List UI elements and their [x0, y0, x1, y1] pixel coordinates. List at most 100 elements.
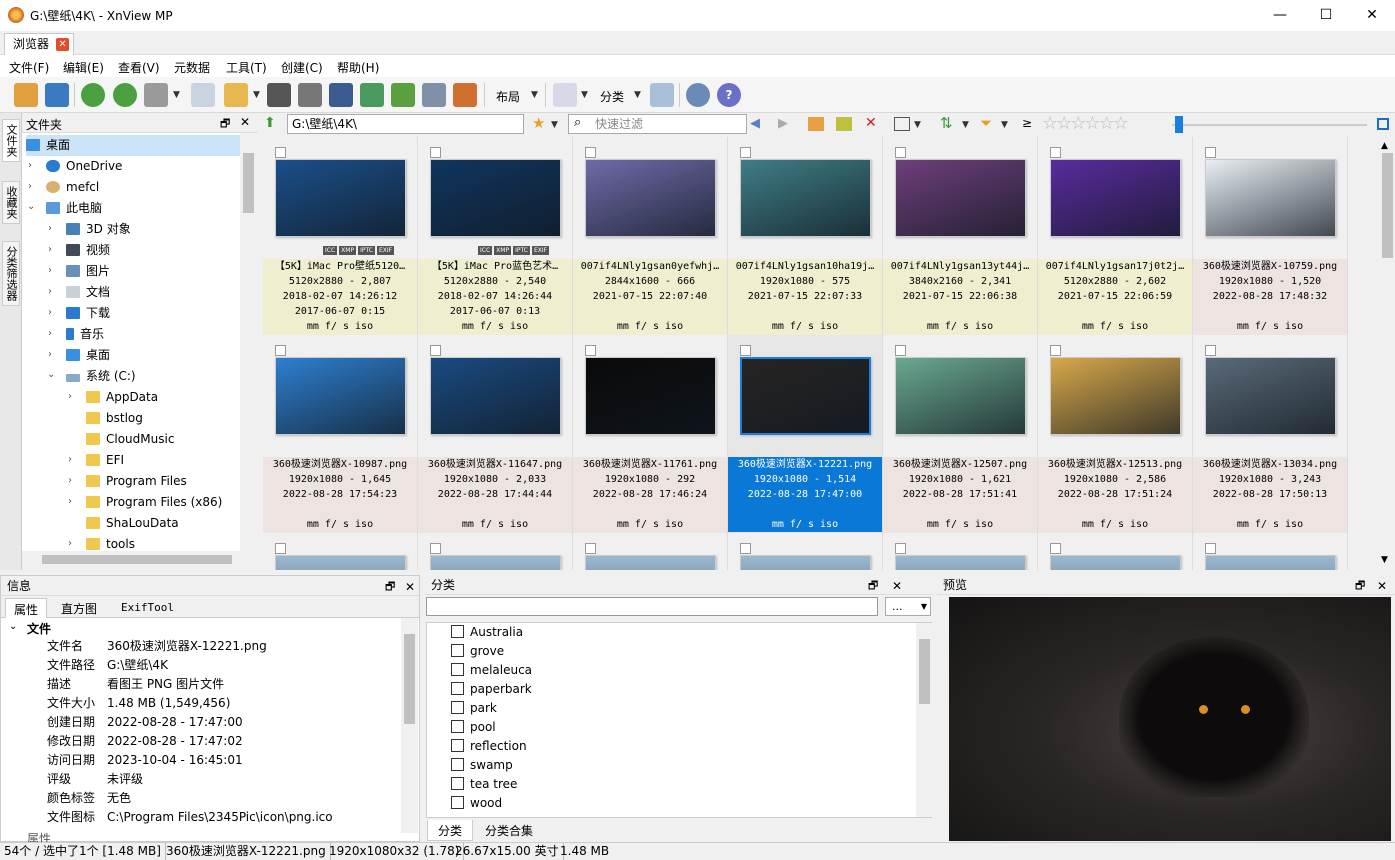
- category-checkbox[interactable]: [451, 663, 464, 676]
- close-panel-icon[interactable]: ✕: [1377, 576, 1387, 596]
- category-checkbox[interactable]: [451, 625, 464, 638]
- thumbnail-cell[interactable]: ICC XMP IPTC EXIF 【5K】iMac Pro蓝色艺术… 5120x2880…: [418, 137, 573, 335]
- rename-icon[interactable]: [836, 117, 852, 131]
- category-checkbox[interactable]: [451, 796, 464, 809]
- tree-item-cloudmusic[interactable]: CloudMusic: [86, 429, 174, 450]
- category-checkbox[interactable]: [451, 644, 464, 657]
- thumbnail-image[interactable]: [585, 555, 716, 570]
- menu-create[interactable]: 创建(C): [281, 59, 323, 76]
- category-checkbox[interactable]: [451, 777, 464, 790]
- select-checkbox[interactable]: [585, 543, 596, 554]
- collapse-icon[interactable]: ⌄: [27, 201, 35, 212]
- menu-help[interactable]: 帮助(H): [337, 59, 379, 76]
- scroll-down-icon[interactable]: ▼: [1381, 555, 1388, 565]
- new-folder-icon[interactable]: [808, 117, 824, 131]
- rotate-right-icon[interactable]: [113, 83, 137, 107]
- select-checkbox[interactable]: [275, 147, 286, 158]
- thumbnail-cell[interactable]: 007if4LNly1gsan13yt44j… 3840x2160 - 2,341…: [883, 137, 1038, 335]
- category-item[interactable]: swamp: [451, 756, 513, 775]
- tree-item-desktop-2[interactable]: 桌面: [66, 345, 110, 366]
- rating-stars[interactable]: ☆☆☆☆☆☆: [1042, 113, 1129, 134]
- favorite-star-icon[interactable]: ★: [532, 114, 545, 132]
- back-icon[interactable]: ◀: [750, 116, 760, 131]
- category-dropdown-icon[interactable]: ▼: [634, 90, 641, 100]
- transform-icon[interactable]: [144, 83, 168, 107]
- thumbnail-image[interactable]: [1205, 555, 1336, 570]
- category-options-button[interactable]: ... ▼: [885, 597, 931, 616]
- tree-item-music[interactable]: 音乐: [66, 324, 104, 345]
- category-item[interactable]: wood: [451, 794, 502, 813]
- select-checkbox[interactable]: [1205, 147, 1216, 158]
- category-item[interactable]: paperbark: [451, 680, 532, 699]
- tree-item-3d-objects[interactable]: 3D 对象: [66, 219, 131, 240]
- side-tab-favorites[interactable]: 收藏夹: [2, 181, 20, 224]
- expand-icon[interactable]: ›: [48, 307, 52, 318]
- minimize-button[interactable]: —: [1257, 0, 1303, 31]
- grid-scrollbar[interactable]: ▲ ▼: [1379, 137, 1395, 570]
- star-icon[interactable]: ☆: [1070, 113, 1086, 134]
- menu-metadata[interactable]: 元数据: [174, 59, 210, 76]
- rotate-left-icon[interactable]: [81, 83, 105, 107]
- expand-icon[interactable]: ›: [48, 349, 52, 360]
- select-checkbox[interactable]: [740, 147, 751, 158]
- compare-icon[interactable]: [553, 83, 577, 107]
- expand-icon[interactable]: ›: [68, 454, 72, 465]
- batch-icon[interactable]: [391, 83, 415, 107]
- move-to-icon[interactable]: [224, 83, 248, 107]
- expand-icon[interactable]: ›: [28, 181, 32, 192]
- select-checkbox[interactable]: [1205, 345, 1216, 356]
- dropdown-icon[interactable]: ▼: [921, 598, 927, 615]
- filter-dropdown-icon[interactable]: ▼: [1001, 120, 1008, 130]
- fullscreen-icon[interactable]: [45, 83, 69, 107]
- slider-handle[interactable]: [1175, 116, 1183, 133]
- expand-icon[interactable]: ›: [68, 496, 72, 507]
- tree-item-downloads[interactable]: 下载: [66, 303, 110, 324]
- tree-item-appdata[interactable]: AppData: [86, 387, 158, 408]
- tab-properties[interactable]: 属性: [5, 598, 48, 618]
- thumbnail-cell[interactable]: 360极速浏览器X-12513.png 1920x1080 - 2,586 2022…: [1038, 335, 1193, 533]
- open-image-icon[interactable]: [14, 83, 38, 107]
- tab-categories[interactable]: 分类: [427, 820, 474, 841]
- transform-dropdown-icon[interactable]: ▼: [173, 90, 180, 100]
- collapse-icon[interactable]: ⌄: [9, 621, 17, 632]
- category-checkbox[interactable]: [451, 720, 464, 733]
- category-search-input[interactable]: [426, 597, 878, 616]
- convert-icon[interactable]: [360, 83, 384, 107]
- float-panel-icon[interactable]: 🗗: [220, 115, 230, 134]
- scroll-up-icon[interactable]: ▲: [1381, 141, 1388, 151]
- expand-icon[interactable]: ›: [48, 286, 52, 297]
- hscroll-thumb[interactable]: [42, 555, 232, 564]
- category-checkbox[interactable]: [451, 682, 464, 695]
- tab-exiftool[interactable]: ExifTool: [121, 601, 174, 614]
- forward-icon[interactable]: ▶: [778, 116, 788, 131]
- thumbnail-cell[interactable]: 360极速浏览器X-12221.png 1920x1080 - 1,514 2022…: [728, 335, 883, 533]
- star-icon[interactable]: ☆: [1084, 113, 1100, 134]
- collapse-icon[interactable]: ⌄: [47, 369, 55, 380]
- capture-icon[interactable]: [422, 83, 446, 107]
- thumbnail-cell[interactable]: 360极速浏览器X-10759.png 1920x1080 - 1,520 2022…: [1193, 137, 1348, 335]
- thumbnail-cell[interactable]: 360极速浏览器X-11647.png 1920x1080 - 2,033 2022…: [418, 335, 573, 533]
- category-checkbox[interactable]: [451, 701, 464, 714]
- thumbnail-cell[interactable]: 360极速浏览器X-12507.png 1920x1080 - 1,621 2022…: [883, 335, 1038, 533]
- side-tab-category-filter[interactable]: 分类筛选器: [2, 241, 20, 306]
- select-checkbox[interactable]: [1205, 543, 1216, 554]
- thumbnail-image[interactable]: [275, 357, 406, 435]
- tree-item-this-pc[interactable]: 此电脑: [46, 198, 102, 219]
- expand-icon[interactable]: ›: [28, 160, 32, 171]
- select-checkbox[interactable]: [275, 543, 286, 554]
- select-checkbox[interactable]: [1050, 147, 1061, 158]
- select-checkbox[interactable]: [585, 147, 596, 158]
- tree-item-videos[interactable]: 视频: [66, 240, 110, 261]
- folder-tree-hscrollbar[interactable]: [22, 551, 258, 568]
- find-icon[interactable]: [267, 83, 291, 107]
- select-checkbox[interactable]: [895, 543, 906, 554]
- help-icon[interactable]: ?: [717, 83, 741, 107]
- info-scrollbar[interactable]: [401, 618, 418, 833]
- thumbnail-image[interactable]: [585, 357, 716, 435]
- thumbnail-cell[interactable]: [1038, 533, 1193, 570]
- select-checkbox[interactable]: [895, 147, 906, 158]
- thumbnail-image[interactable]: [275, 159, 406, 237]
- close-panel-icon[interactable]: ✕: [240, 115, 250, 129]
- thumbnail-image[interactable]: [1205, 357, 1336, 435]
- select-checkbox[interactable]: [430, 345, 441, 356]
